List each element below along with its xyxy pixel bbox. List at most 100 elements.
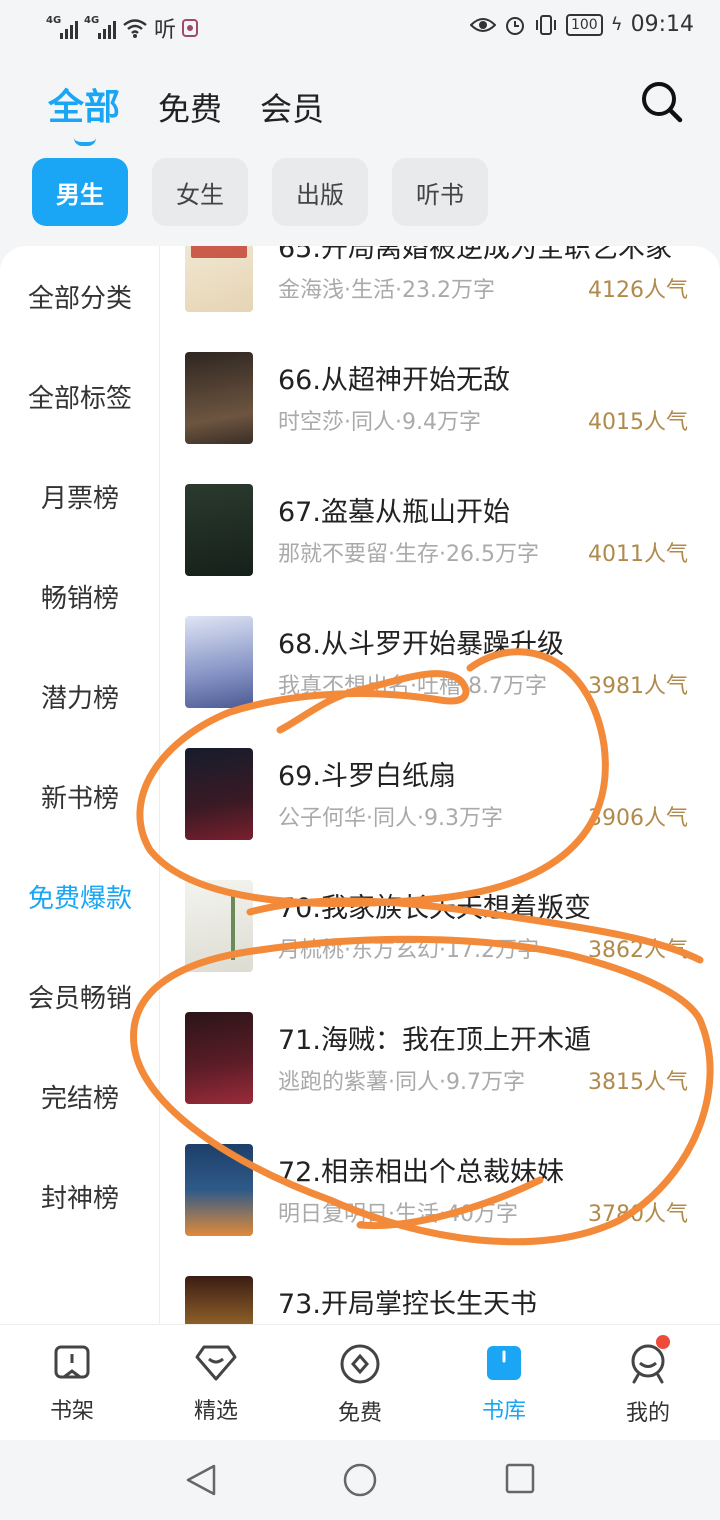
tab-free[interactable]: 免费 [158, 84, 222, 130]
sidebar-item-all-categories[interactable]: 全部分类 [0, 278, 160, 315]
book-meta: 明日复明日·生活·40万字 [278, 1202, 518, 1227]
tab-vip[interactable]: 会员 [260, 84, 324, 130]
book-popularity: 4015人气 [588, 410, 688, 435]
book-title: 68.从斗罗开始暴躁升级 [278, 629, 564, 660]
sidebar-item-hall-of-fame[interactable]: 封神榜 [0, 1178, 160, 1215]
nav-featured[interactable]: 精选 [156, 1343, 276, 1425]
sidebar-item-monthly-ticket[interactable]: 月票榜 [0, 478, 160, 515]
list-item[interactable]: 69.斗罗白纸扇 公子何华·同人·9.3万字 3906人气 [160, 748, 720, 880]
sidebar-item-all-tags[interactable]: 全部标签 [0, 378, 160, 415]
tab-free-label: 免费 [158, 90, 223, 128]
book-popularity: 3780人气 [588, 1202, 688, 1227]
vibrate-icon [535, 14, 556, 35]
book-list: 65.开局离婚被逆成为全职艺术家 金海浅·生活·23.2万字 4126人气 66… [160, 246, 720, 1324]
book-cover [185, 1276, 253, 1324]
network-type-2: 4G [84, 15, 100, 26]
search-icon[interactable] [640, 80, 684, 124]
library-icon [487, 1346, 521, 1380]
diamond-icon [195, 1345, 237, 1381]
book-cover [185, 352, 253, 444]
book-cover [185, 246, 253, 312]
chip-audiobook[interactable]: 听书 [392, 158, 488, 226]
sidebar-item-new-books[interactable]: 新书榜 [0, 778, 160, 815]
content-panel: 全部分类 全部标签 月票榜 畅销榜 潜力榜 新书榜 免费爆款 会员畅销 完结榜 … [0, 246, 720, 1324]
book-title: 71.海贼：我在顶上开木遁 [278, 1025, 591, 1056]
book-meta: 逃跑的紫薯·同人·9.7万字 [278, 1070, 525, 1095]
chip-male[interactable]: 男生 [32, 158, 128, 226]
nav-library[interactable]: 书库 [444, 1343, 564, 1425]
status-right: 100 ϟ 09:14 [469, 12, 694, 37]
system-nav-bar [0, 1440, 720, 1520]
nav-profile-label: 我的 [625, 1401, 670, 1426]
book-cover [185, 484, 253, 576]
list-item[interactable]: 73.开局掌控长生天书 [160, 1276, 720, 1324]
book-meta: 公子何华·同人·9.3万字 [278, 806, 503, 831]
list-item[interactable]: 72.相亲相出个总裁妹妹 明日复明日·生活·40万字 3780人气 [160, 1144, 720, 1276]
list-item[interactable]: 67.盗墓从瓶山开始 那就不要留·生存·26.5万字 4011人气 [160, 484, 720, 616]
book-popularity: 3906人气 [588, 806, 688, 831]
book-popularity: 3981人气 [588, 674, 688, 699]
profile-icon [631, 1344, 665, 1384]
book-title: 66.从超神开始无敌 [278, 365, 510, 396]
book-title: 73.开局掌控长生天书 [278, 1289, 537, 1320]
book-title: 65.开局离婚被逆成为全职艺术家 [278, 246, 672, 264]
sidebar-item-free-hits[interactable]: 免费爆款 [0, 878, 160, 915]
wifi-icon [123, 19, 147, 38]
status-bar: 4G 4G 听 100 ϟ 09:14 [0, 0, 720, 56]
eye-icon [469, 17, 496, 32]
free-icon [340, 1344, 380, 1384]
book-cover [185, 616, 253, 708]
chip-published[interactable]: 出版 [272, 158, 368, 226]
tab-all-label: 全部 [48, 87, 121, 128]
clock: 09:14 [630, 12, 694, 37]
nav-free[interactable]: 免费 [300, 1343, 420, 1427]
book-meta: 月梳桃·东方玄幻·17.2万字 [278, 938, 539, 963]
home-icon[interactable] [342, 1462, 378, 1498]
tab-active-indicator [74, 138, 96, 146]
alarm-icon [505, 16, 524, 35]
notification-badge [656, 1335, 670, 1349]
book-cover [185, 1144, 253, 1236]
bottom-nav: 书架 精选 免费 书库 我的 [0, 1324, 720, 1440]
category-chips: 男生 女生 出版 听书 [32, 158, 488, 226]
charging-icon: ϟ [610, 14, 623, 35]
chip-female[interactable]: 女生 [152, 158, 248, 226]
listen-badge: 听 [154, 18, 177, 43]
back-icon[interactable] [184, 1462, 218, 1498]
book-meta: 时空莎·同人·9.4万字 [278, 410, 481, 435]
list-item[interactable]: 71.海贼：我在顶上开木遁 逃跑的紫薯·同人·9.7万字 3815人气 [160, 1012, 720, 1144]
book-title: 67.盗墓从瓶山开始 [278, 497, 510, 528]
book-title: 70.我家族长天天想着叛变 [278, 893, 591, 924]
tab-all[interactable]: 全部 [48, 78, 121, 146]
bookshelf-icon [54, 1345, 90, 1379]
book-title: 69.斗罗白纸扇 [278, 761, 456, 792]
nav-bookshelf[interactable]: 书架 [12, 1343, 132, 1425]
list-item[interactable]: 65.开局离婚被逆成为全职艺术家 金海浅·生活·23.2万字 4126人气 [160, 246, 720, 352]
ranking-sidebar: 全部分类 全部标签 月票榜 畅销榜 潜力榜 新书榜 免费爆款 会员畅销 完结榜 … [0, 246, 160, 1324]
book-cover [185, 748, 253, 840]
signal-icon-2: 4G [84, 15, 116, 39]
book-popularity: 3815人气 [588, 1070, 688, 1095]
sidebar-item-completed[interactable]: 完结榜 [0, 1078, 160, 1115]
recents-icon[interactable] [504, 1462, 536, 1496]
book-popularity: 4126人气 [588, 278, 688, 303]
book-title: 72.相亲相出个总裁妹妹 [278, 1157, 564, 1188]
book-meta: 那就不要留·生存·26.5万字 [278, 542, 539, 567]
nav-bookshelf-label: 书架 [49, 1399, 94, 1424]
book-popularity: 4011人气 [588, 542, 688, 567]
nav-library-label: 书库 [481, 1399, 526, 1424]
list-item[interactable]: 70.我家族长天天想着叛变 月梳桃·东方玄幻·17.2万字 3862人气 [160, 880, 720, 1012]
signal-icon: 4G [46, 15, 78, 39]
book-meta: 我真不想出名·吐槽·8.7万字 [278, 674, 547, 699]
nav-profile[interactable]: 我的 [588, 1335, 708, 1427]
app-notification-icon [182, 19, 199, 37]
list-item[interactable]: 68.从斗罗开始暴躁升级 我真不想出名·吐槽·8.7万字 3981人气 [160, 616, 720, 748]
book-meta: 金海浅·生活·23.2万字 [278, 278, 495, 303]
list-item[interactable]: 66.从超神开始无敌 时空莎·同人·9.4万字 4015人气 [160, 352, 720, 484]
battery-indicator: 100 [565, 13, 603, 36]
sidebar-item-potential[interactable]: 潜力榜 [0, 678, 160, 715]
book-cover [185, 1012, 253, 1104]
book-popularity: 3862人气 [588, 938, 688, 963]
sidebar-item-vip-bestseller[interactable]: 会员畅销 [0, 978, 160, 1015]
sidebar-item-bestseller[interactable]: 畅销榜 [0, 578, 160, 615]
